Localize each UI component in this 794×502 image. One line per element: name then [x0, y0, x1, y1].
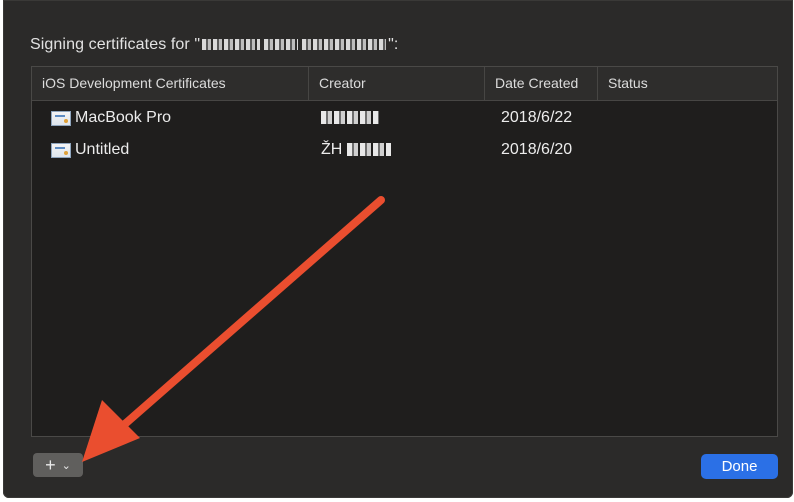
certificate-icon — [51, 110, 71, 126]
plus-icon: + — [45, 454, 56, 475]
date-cell: 2018/6/22 — [501, 109, 573, 126]
redacted-team-name — [264, 39, 299, 51]
dialog-title: Signing certificates for " ": — [30, 36, 398, 54]
certificate-name: MacBook Pro — [75, 109, 172, 126]
redacted-team-name — [202, 39, 261, 51]
redacted-creator — [321, 111, 379, 125]
column-header-creator[interactable]: Creator — [309, 67, 485, 100]
creator-cell: ŽH — [321, 141, 391, 159]
add-button[interactable]: + ⌄ — [33, 453, 83, 477]
redacted-team-name — [302, 39, 387, 51]
column-header-status[interactable]: Status — [598, 67, 777, 100]
creator-cell — [321, 109, 379, 127]
signing-certificates-sheet: Signing certificates for " ": iOS Develop… — [3, 0, 793, 498]
table-row[interactable]: Untitled ŽH 2018/6/20 — [32, 135, 777, 167]
certificate-name-cell: Untitled — [51, 141, 129, 159]
certificate-name-cell: MacBook Pro — [51, 109, 171, 127]
creator-prefix: ŽH — [321, 141, 343, 158]
date-cell: 2018/6/20 — [501, 141, 573, 158]
table-row[interactable]: MacBook Pro 2018/6/22 — [32, 103, 777, 135]
certificate-name: Untitled — [75, 141, 130, 158]
column-header-date-created[interactable]: Date Created — [485, 67, 598, 100]
redacted-creator — [346, 143, 391, 157]
certificates-table[interactable]: iOS Development Certificates Creator Dat… — [31, 66, 778, 437]
title-suffix: ": — [388, 36, 399, 53]
chevron-down-icon: ⌄ — [61, 459, 71, 472]
certificate-icon — [51, 142, 71, 158]
column-header-certificates[interactable]: iOS Development Certificates — [32, 67, 309, 100]
table-header: iOS Development Certificates Creator Dat… — [32, 67, 777, 101]
title-prefix: Signing certificates for " — [30, 36, 201, 53]
done-button[interactable]: Done — [701, 454, 778, 479]
